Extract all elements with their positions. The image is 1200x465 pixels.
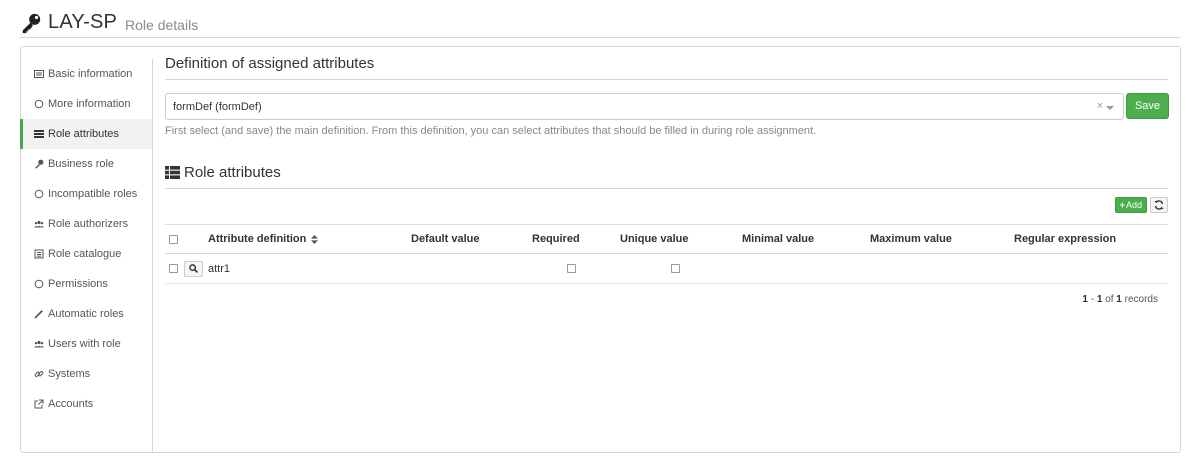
circle-icon (33, 99, 44, 110)
page-subtitle: Role details (125, 16, 199, 33)
refresh-button[interactable] (1150, 197, 1168, 213)
sidebar-item-business-role[interactable]: Business role (20, 149, 152, 179)
list-icon (33, 129, 44, 140)
users-icon (33, 339, 44, 350)
add-button[interactable]: + Add (1114, 197, 1147, 213)
table-row: attr1 (165, 254, 1168, 284)
column-header-maximum-value: Maximum value (870, 233, 952, 245)
row-unique-checkbox-cell (671, 254, 680, 283)
sidebar-item-basic-information[interactable]: Basic information (20, 59, 152, 89)
table-toolbar: + Add (1114, 197, 1168, 213)
row-required-checkbox-cell (567, 254, 576, 283)
table-header: Attribute definition Default value Requi… (165, 224, 1168, 254)
main-panel: Basic information More information Role … (20, 46, 1181, 453)
table-list-icon (165, 166, 180, 179)
role-attributes-section-title: Role attributes (165, 164, 1168, 189)
sidebar-item-label: Business role (48, 158, 115, 170)
catalogue-icon (33, 249, 44, 260)
plus-icon: + (1119, 200, 1125, 210)
sidebar-item-role-catalogue[interactable]: Role catalogue (20, 239, 152, 269)
pager-sep: - (1087, 294, 1097, 305)
role-attributes-title-text: Role attributes (184, 164, 281, 181)
sidebar-item-systems[interactable]: Systems (20, 359, 152, 389)
sidebar-item-label: Automatic roles (48, 308, 124, 320)
sidebar-item-label: Role attributes (48, 128, 119, 140)
row-checkbox[interactable] (169, 264, 178, 273)
sidebar-item-automatic-roles[interactable]: Automatic roles (20, 299, 152, 329)
sidebar-item-users-with-role[interactable]: Users with role (20, 329, 152, 359)
chevron-down-icon[interactable] (1106, 106, 1114, 110)
key-icon (22, 13, 41, 33)
column-header-required: Required (532, 233, 580, 245)
page-title: LAY-SP (48, 11, 118, 33)
add-button-label: Add (1125, 200, 1142, 210)
role-attributes-table: Attribute definition Default value Requi… (165, 224, 1168, 284)
id-card-icon (33, 69, 44, 80)
page-header: LAY-SP Role details (20, 8, 1180, 38)
circle-icon (33, 279, 44, 290)
column-header-default-value: Default value (411, 233, 480, 245)
sidebar-item-permissions[interactable]: Permissions (20, 269, 152, 299)
pager-records: records (1124, 294, 1158, 305)
sidebar-item-incompatible-roles[interactable]: Incompatible roles (20, 179, 152, 209)
key-icon (33, 159, 44, 170)
sidebar-item-label: Users with role (48, 338, 121, 350)
select-all-checkbox-cell (169, 225, 178, 253)
pager-total: 1 (1116, 294, 1122, 305)
sidebar-item-label: Basic information (48, 68, 133, 80)
sidebar-item-label: Role authorizers (48, 218, 129, 230)
column-header-regular-expression: Regular expression (1014, 233, 1117, 245)
external-link-icon (33, 399, 44, 410)
sidebar-item-role-authorizers[interactable]: Role authorizers (20, 209, 152, 239)
unique-checkbox (671, 264, 680, 273)
refresh-icon (1154, 200, 1164, 210)
pager-to: 1 (1096, 294, 1103, 305)
sidebar-item-more-information[interactable]: More information (20, 89, 152, 119)
definition-select[interactable]: formDef (formDef) × (165, 93, 1124, 120)
clear-icon[interactable]: × (1097, 100, 1103, 112)
search-icon (189, 264, 198, 273)
pagination-info: 1 - 1 of 1 records (1082, 294, 1158, 305)
sort-icon (311, 234, 319, 244)
detail-button[interactable] (184, 260, 203, 277)
save-button[interactable]: Save (1126, 93, 1169, 119)
sidebar-item-label: Accounts (48, 398, 94, 410)
definition-select-value: formDef (formDef) (173, 100, 262, 113)
sidebar-item-label: Incompatible roles (48, 188, 138, 200)
row-detail-cell (184, 254, 203, 283)
sidebar-item-accounts[interactable]: Accounts (20, 389, 152, 419)
sidebar-item-role-attributes[interactable]: Role attributes (20, 119, 152, 149)
sidebar-item-label: More information (48, 98, 131, 110)
column-header-attribute-definition[interactable]: Attribute definition (208, 225, 319, 253)
definition-section-title: Definition of assigned attributes (165, 55, 1168, 80)
row-checkbox-cell (169, 254, 178, 283)
wand-icon (33, 309, 44, 320)
definition-help-text: First select (and save) the main definit… (165, 125, 817, 137)
sidebar-item-label: Systems (48, 368, 91, 380)
sidebar-item-label: Role catalogue (48, 248, 122, 260)
content: Definition of assigned attributes formDe… (165, 47, 1169, 452)
pager-of: of (1105, 294, 1114, 305)
sidebar: Basic information More information Role … (20, 59, 153, 452)
link-icon (33, 369, 44, 380)
required-checkbox (567, 264, 576, 273)
column-header-minimal-value: Minimal value (742, 233, 815, 245)
row-attribute-definition[interactable]: attr1 (208, 254, 230, 283)
select-all-checkbox[interactable] (169, 234, 178, 244)
circle-icon (33, 189, 44, 200)
column-header-unique-value: Unique value (620, 233, 689, 245)
users-icon (33, 219, 44, 230)
sidebar-item-label: Permissions (48, 278, 108, 290)
